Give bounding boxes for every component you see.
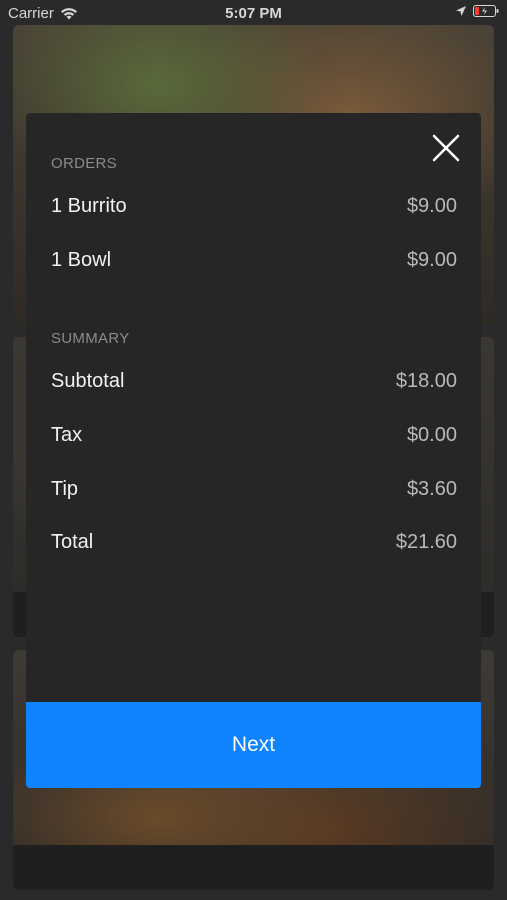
order-summary-modal: ORDERS 1 Burrito $9.00 1 Bowl $9.00 SUMM… <box>26 113 481 788</box>
total-label: Total <box>51 531 94 553</box>
order-item-price: $9.00 <box>406 249 457 271</box>
order-item-price: $9.00 <box>406 195 457 217</box>
battery-icon <box>473 5 499 17</box>
order-row: 1 Bowl $9.00 <box>51 249 457 272</box>
summary-row-tip: Tip $3.60 <box>51 478 457 501</box>
tax-label: Tax <box>51 424 83 446</box>
next-button[interactable]: Next <box>26 702 481 788</box>
close-button[interactable] <box>431 133 461 163</box>
food-card-footer <box>13 845 494 890</box>
order-item-label: 1 Bowl <box>51 249 112 271</box>
tip-label: Tip <box>51 478 79 500</box>
status-bar: Carrier 5:07 PM <box>0 0 507 26</box>
tip-value: $3.60 <box>406 478 457 500</box>
order-row: 1 Burrito $9.00 <box>51 195 457 218</box>
summary-header: SUMMARY <box>51 330 130 347</box>
summary-row-subtotal: Subtotal $18.00 <box>51 370 457 393</box>
orders-header: ORDERS <box>51 155 117 172</box>
subtotal-value: $18.00 <box>395 370 457 392</box>
subtotal-label: Subtotal <box>51 370 125 392</box>
status-right <box>455 5 499 17</box>
summary-row-tax: Tax $0.00 <box>51 424 457 447</box>
location-arrow-icon <box>456 6 466 16</box>
close-icon[interactable] <box>431 133 461 163</box>
total-value: $21.60 <box>395 531 457 553</box>
order-item-label: 1 Burrito <box>51 195 127 217</box>
summary-row-total: Total $21.60 <box>51 531 457 554</box>
status-time: 5:07 PM <box>225 5 282 22</box>
tax-value: $0.00 <box>406 424 457 446</box>
